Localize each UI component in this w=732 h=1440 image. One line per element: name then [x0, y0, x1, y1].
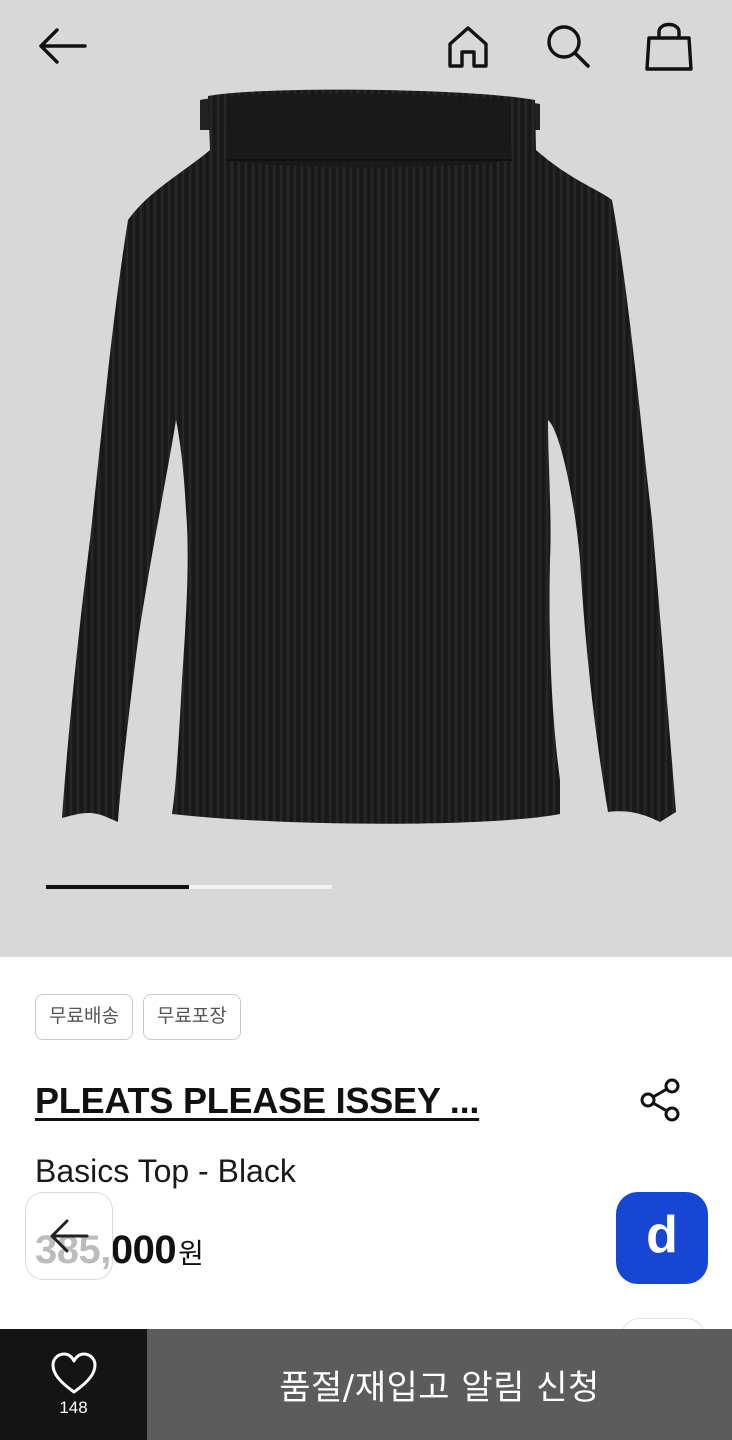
search-button[interactable] [540, 18, 596, 74]
arrow-left-icon [39, 28, 87, 64]
back-button[interactable] [34, 18, 90, 74]
like-button[interactable]: 148 [0, 1329, 147, 1440]
floating-back-button[interactable] [25, 1192, 113, 1280]
product-photo [62, 89, 676, 824]
share-button[interactable] [636, 1076, 684, 1124]
share-icon [640, 1078, 680, 1122]
gallery-progress-fill [46, 885, 189, 889]
price-currency: 원 [178, 1237, 204, 1270]
product-name: Basics Top - Black [35, 1153, 296, 1189]
search-icon [547, 25, 590, 68]
arrow-left-icon [50, 1219, 89, 1253]
d-floating-button[interactable]: d [616, 1192, 708, 1284]
badge-list: 무료배송 무료포장 [35, 994, 241, 1040]
badge-free-wrapping: 무료포장 [142, 994, 241, 1040]
home-button[interactable] [440, 18, 496, 74]
heart-icon [51, 1352, 96, 1393]
badge-free-shipping: 무료배송 [35, 994, 133, 1040]
restock-alert-button[interactable]: 품절/재입고 알림 신청 [147, 1329, 732, 1440]
d-button-label: d [646, 1206, 678, 1264]
top-navigation-bar [0, 0, 732, 96]
brand-link[interactable]: PLEATS PLEASE ISSEY ... [35, 1080, 535, 1122]
cart-button[interactable] [641, 18, 697, 74]
product-image-area[interactable] [0, 0, 732, 957]
bottom-action-bar: 148 품절/재입고 알림 신청 [0, 1329, 732, 1440]
gallery-progress-bar [46, 885, 332, 889]
home-icon [448, 26, 488, 68]
like-count: 148 [59, 1397, 88, 1417]
shopping-bag-icon [645, 22, 693, 71]
